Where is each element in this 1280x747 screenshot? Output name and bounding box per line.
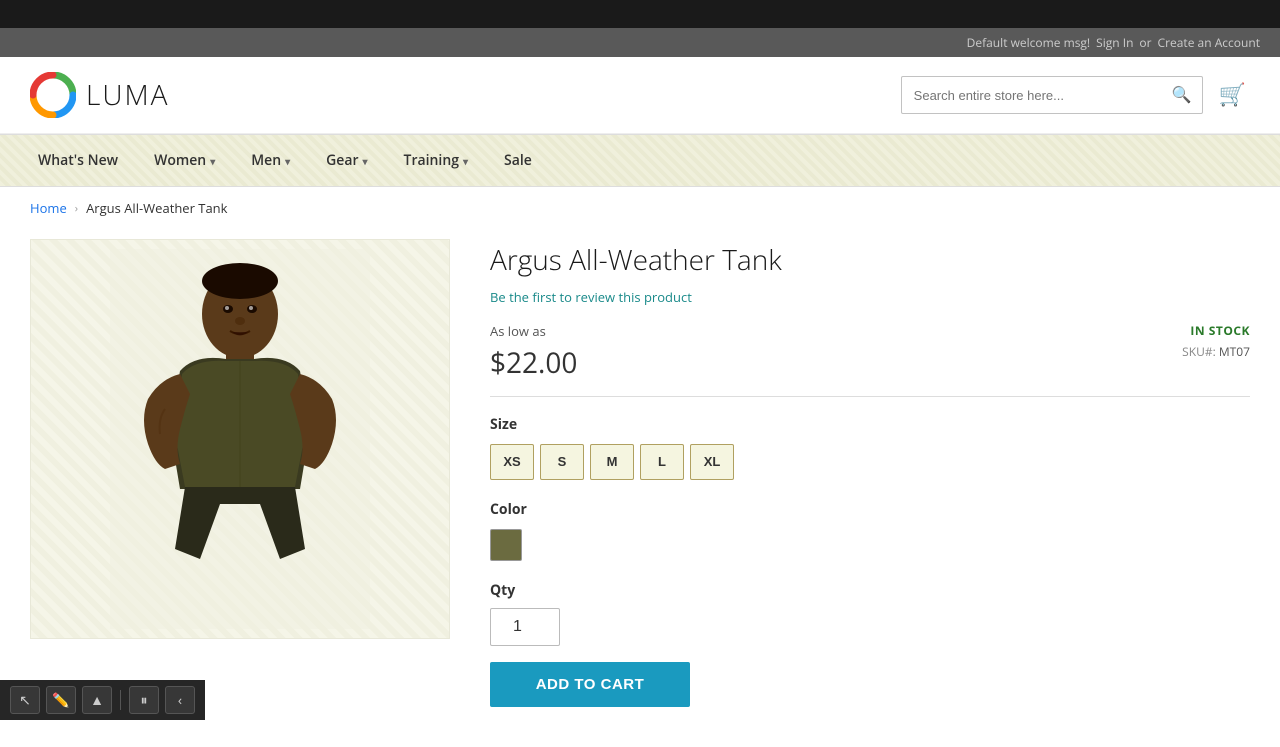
- chevron-down-icon: ▾: [363, 154, 368, 168]
- breadcrumb: Home › Argus All-Weather Tank: [0, 187, 1280, 229]
- product-price: $22.00: [490, 344, 577, 382]
- or-separator: or: [1139, 34, 1151, 51]
- add-to-cart-button[interactable]: Add to Cart: [490, 662, 690, 707]
- breadcrumb-separator: ›: [75, 201, 78, 216]
- product-image: [110, 249, 370, 629]
- nav-label-women: Women: [154, 151, 206, 170]
- collapse-icon: ‹: [178, 691, 182, 710]
- header-right: 🔍 🛒: [901, 76, 1250, 114]
- welcome-bar: Default welcome msg! Sign In or Create a…: [0, 28, 1280, 57]
- cursor-tool-button[interactable]: ↖: [10, 686, 40, 714]
- stock-badge: IN STOCK: [1182, 322, 1250, 339]
- sign-in-link[interactable]: Sign In: [1096, 34, 1133, 51]
- collapse-button[interactable]: ‹: [165, 686, 195, 714]
- chevron-down-icon: ▾: [285, 154, 290, 168]
- color-options: [490, 529, 1250, 561]
- breadcrumb-current: Argus All-Weather Tank: [86, 199, 227, 217]
- color-army-green[interactable]: [490, 529, 522, 561]
- header: LUMA 🔍 🛒: [0, 57, 1280, 134]
- chevron-down-icon: ▾: [210, 154, 215, 168]
- search-box: 🔍: [901, 76, 1203, 114]
- search-button[interactable]: 🔍: [1162, 77, 1202, 113]
- top-black-bar: [0, 0, 1280, 28]
- highlight-tool-button[interactable]: ▲: [82, 686, 112, 714]
- breadcrumb-home[interactable]: Home: [30, 199, 67, 217]
- product-title: Argus All-Weather Tank: [490, 244, 1250, 278]
- size-s[interactable]: S: [540, 444, 584, 480]
- color-label: Color: [490, 500, 1250, 519]
- pause-button[interactable]: ⏸: [129, 686, 159, 714]
- nav-item-whats-new[interactable]: What's New: [20, 135, 136, 186]
- nav-item-gear[interactable]: Gear ▾: [308, 135, 385, 186]
- welcome-message: Default welcome msg!: [967, 34, 1090, 51]
- price-stock-row: As low as $22.00 IN STOCK SKU#: MT07: [490, 322, 1250, 382]
- sku-label: SKU#:: [1182, 343, 1216, 360]
- nav-inner: What's New Women ▾ Men ▾ Gear ▾ Training…: [0, 135, 1280, 186]
- nav-item-training[interactable]: Training ▾: [386, 135, 486, 186]
- nav-label-whats-new: What's New: [38, 151, 118, 170]
- nav-label-training: Training: [404, 151, 459, 170]
- nav-item-sale[interactable]: Sale: [486, 135, 550, 186]
- cart-button[interactable]: 🛒: [1215, 78, 1250, 112]
- qty-label: Qty: [490, 581, 1250, 600]
- cursor-icon: ↖: [19, 691, 31, 710]
- size-m[interactable]: M: [590, 444, 634, 480]
- product-image-container: [30, 239, 450, 639]
- nav-label-gear: Gear: [326, 151, 358, 170]
- size-l[interactable]: L: [640, 444, 684, 480]
- price-section: As low as $22.00: [490, 322, 577, 382]
- toolbar-separator: [120, 690, 121, 710]
- logo-text: LUMA: [86, 76, 169, 114]
- product-image-column: [30, 239, 450, 707]
- pause-icon: ⏸: [141, 691, 148, 710]
- nav-item-women[interactable]: Women ▾: [136, 135, 233, 186]
- logo[interactable]: LUMA: [30, 72, 169, 118]
- size-xs[interactable]: XS: [490, 444, 534, 480]
- as-low-as: As low as: [490, 322, 577, 340]
- nav-label-men: Men: [251, 151, 281, 170]
- create-account-link[interactable]: Create an Account: [1158, 34, 1260, 51]
- bottom-toolbar: ↖ ✏️ ▲ ⏸ ‹: [0, 680, 205, 720]
- review-link[interactable]: Be the first to review this product: [490, 288, 1250, 306]
- sku-value: MT07: [1219, 343, 1250, 360]
- search-input[interactable]: [902, 80, 1162, 111]
- nav-label-sale: Sale: [504, 151, 532, 170]
- stock-section: IN STOCK SKU#: MT07: [1182, 322, 1250, 360]
- size-options: XS S M L XL: [490, 444, 1250, 480]
- product-details-column: Argus All-Weather Tank Be the first to r…: [490, 239, 1250, 707]
- nav-item-men[interactable]: Men ▾: [233, 135, 308, 186]
- cart-icon: 🛒: [1219, 82, 1246, 107]
- logo-icon: [30, 72, 76, 118]
- highlight-icon: ▲: [90, 691, 104, 710]
- navigation: What's New Women ▾ Men ▾ Gear ▾ Training…: [0, 134, 1280, 187]
- chevron-down-icon: ▾: [463, 154, 468, 168]
- pen-tool-button[interactable]: ✏️: [46, 686, 76, 714]
- sku-line: SKU#: MT07: [1182, 343, 1250, 360]
- pen-icon: ✏️: [52, 691, 69, 710]
- size-label: Size: [490, 415, 1250, 434]
- search-icon: 🔍: [1172, 87, 1192, 104]
- add-to-cart-section: Add to Cart: [490, 662, 1250, 707]
- price-divider: [490, 396, 1250, 397]
- product-page: Argus All-Weather Tank Be the first to r…: [0, 229, 1280, 747]
- qty-input[interactable]: [490, 608, 560, 646]
- size-xl[interactable]: XL: [690, 444, 734, 480]
